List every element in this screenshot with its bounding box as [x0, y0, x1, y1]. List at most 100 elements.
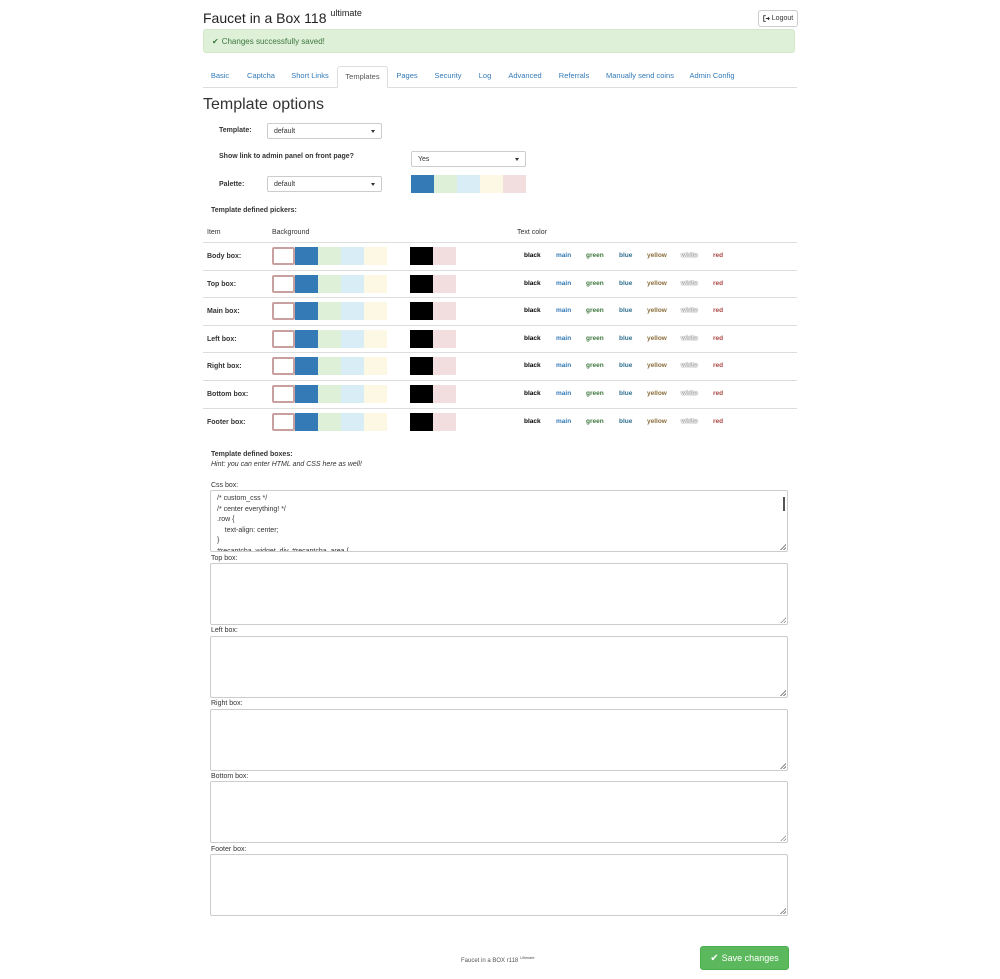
- background-swatch[interactable]: [433, 385, 456, 403]
- background-swatch[interactable]: [433, 412, 456, 431]
- background-swatch[interactable]: [341, 385, 364, 403]
- resize-grip-icon[interactable]: [780, 908, 786, 914]
- text-color-option-yellow[interactable]: yellow: [647, 418, 667, 425]
- tab-admin-config[interactable]: Admin Config: [685, 66, 739, 86]
- background-swatch[interactable]: [341, 274, 364, 293]
- background-swatch[interactable]: [433, 302, 456, 321]
- tab-pages[interactable]: Pages: [391, 66, 423, 86]
- background-swatch[interactable]: [318, 247, 341, 265]
- background-swatch[interactable]: [272, 274, 295, 293]
- text-color-option-blue[interactable]: blue: [619, 252, 632, 259]
- tab-basic[interactable]: Basic: [203, 66, 237, 86]
- background-swatch[interactable]: [433, 357, 456, 376]
- text-color-option-main[interactable]: main: [556, 362, 571, 369]
- resize-grip-icon[interactable]: [780, 617, 786, 623]
- background-swatch[interactable]: [318, 274, 341, 293]
- text-color-option-main[interactable]: main: [556, 280, 571, 287]
- text-color-option-red[interactable]: red: [713, 307, 723, 314]
- text-color-option-main[interactable]: main: [556, 335, 571, 342]
- background-swatch[interactable]: [318, 412, 341, 431]
- resize-grip-icon[interactable]: [780, 763, 786, 769]
- background-swatch[interactable]: [341, 329, 364, 348]
- text-color-option-white[interactable]: white: [681, 390, 698, 397]
- tab-security[interactable]: Security: [429, 66, 467, 86]
- background-swatch[interactable]: [272, 357, 295, 376]
- background-swatch[interactable]: [318, 357, 341, 376]
- text-color-option-main[interactable]: main: [556, 390, 571, 397]
- text-color-option-yellow[interactable]: yellow: [647, 280, 667, 287]
- text-color-option-main[interactable]: main: [556, 418, 571, 425]
- text-color-option-red[interactable]: red: [713, 252, 723, 259]
- text-color-option-yellow[interactable]: yellow: [647, 252, 667, 259]
- tab-referrals[interactable]: Referrals: [553, 66, 595, 86]
- text-color-option-green[interactable]: green: [586, 418, 604, 425]
- background-swatch[interactable]: [410, 412, 433, 431]
- text-color-option-black[interactable]: black: [524, 390, 541, 397]
- resize-grip-icon[interactable]: [780, 544, 786, 550]
- palette-select[interactable]: default: [267, 176, 382, 192]
- text-color-option-red[interactable]: red: [713, 335, 723, 342]
- text-color-option-blue[interactable]: blue: [619, 335, 632, 342]
- text-color-option-blue[interactable]: blue: [619, 362, 632, 369]
- text-color-option-blue[interactable]: blue: [619, 307, 632, 314]
- background-swatch[interactable]: [410, 247, 433, 265]
- background-swatch[interactable]: [341, 357, 364, 376]
- text-color-option-red[interactable]: red: [713, 280, 723, 287]
- background-swatch[interactable]: [364, 274, 387, 293]
- text-color-option-yellow[interactable]: yellow: [647, 335, 667, 342]
- template-select[interactable]: default: [267, 123, 382, 139]
- background-swatch[interactable]: [364, 357, 387, 376]
- background-swatch[interactable]: [295, 247, 318, 265]
- tab-advanced[interactable]: Advanced: [503, 66, 547, 86]
- text-color-option-yellow[interactable]: yellow: [647, 362, 667, 369]
- background-swatch[interactable]: [364, 412, 387, 431]
- text-color-option-green[interactable]: green: [586, 307, 604, 314]
- background-swatch[interactable]: [410, 357, 433, 376]
- background-swatch[interactable]: [341, 412, 364, 431]
- text-color-option-main[interactable]: main: [556, 252, 571, 259]
- tab-log[interactable]: Log: [473, 66, 497, 86]
- css-box-textarea[interactable]: /* custom_css */ /* center everything! *…: [210, 490, 788, 552]
- text-color-option-red[interactable]: red: [713, 362, 723, 369]
- text-color-option-white[interactable]: white: [681, 307, 698, 314]
- background-swatch[interactable]: [295, 385, 318, 403]
- background-swatch[interactable]: [433, 274, 456, 293]
- text-color-option-blue[interactable]: blue: [619, 390, 632, 397]
- text-color-option-yellow[interactable]: yellow: [647, 307, 667, 314]
- background-swatch[interactable]: [318, 385, 341, 403]
- background-swatch[interactable]: [272, 247, 295, 265]
- text-color-option-white[interactable]: white: [681, 418, 698, 425]
- background-swatch[interactable]: [410, 385, 433, 403]
- text-color-option-white[interactable]: white: [681, 335, 698, 342]
- background-swatch[interactable]: [295, 274, 318, 293]
- text-color-option-black[interactable]: black: [524, 362, 541, 369]
- background-swatch[interactable]: [364, 385, 387, 403]
- text-color-option-white[interactable]: white: [681, 362, 698, 369]
- background-swatch[interactable]: [364, 247, 387, 265]
- tab-captcha[interactable]: Captcha: [239, 66, 283, 86]
- background-swatch[interactable]: [410, 274, 433, 293]
- resize-grip-icon[interactable]: [780, 835, 786, 841]
- background-swatch[interactable]: [410, 302, 433, 321]
- text-color-option-blue[interactable]: blue: [619, 280, 632, 287]
- admin-link-select[interactable]: Yes: [411, 151, 526, 167]
- text-color-option-green[interactable]: green: [586, 280, 604, 287]
- text-color-option-black[interactable]: black: [524, 307, 541, 314]
- background-swatch[interactable]: [295, 329, 318, 348]
- background-swatch[interactable]: [364, 302, 387, 321]
- background-swatch[interactable]: [341, 302, 364, 321]
- text-color-option-blue[interactable]: blue: [619, 418, 632, 425]
- tab-templates[interactable]: Templates: [337, 66, 388, 88]
- background-swatch[interactable]: [272, 412, 295, 431]
- background-swatch[interactable]: [295, 357, 318, 376]
- text-color-option-green[interactable]: green: [586, 252, 604, 259]
- text-color-option-main[interactable]: main: [556, 307, 571, 314]
- text-color-option-black[interactable]: black: [524, 418, 541, 425]
- background-swatch[interactable]: [295, 412, 318, 431]
- text-color-option-red[interactable]: red: [713, 390, 723, 397]
- logout-button[interactable]: Logout: [758, 10, 798, 27]
- text-color-option-black[interactable]: black: [524, 280, 541, 287]
- background-swatch[interactable]: [410, 329, 433, 348]
- text-color-option-green[interactable]: green: [586, 335, 604, 342]
- background-swatch[interactable]: [341, 247, 364, 265]
